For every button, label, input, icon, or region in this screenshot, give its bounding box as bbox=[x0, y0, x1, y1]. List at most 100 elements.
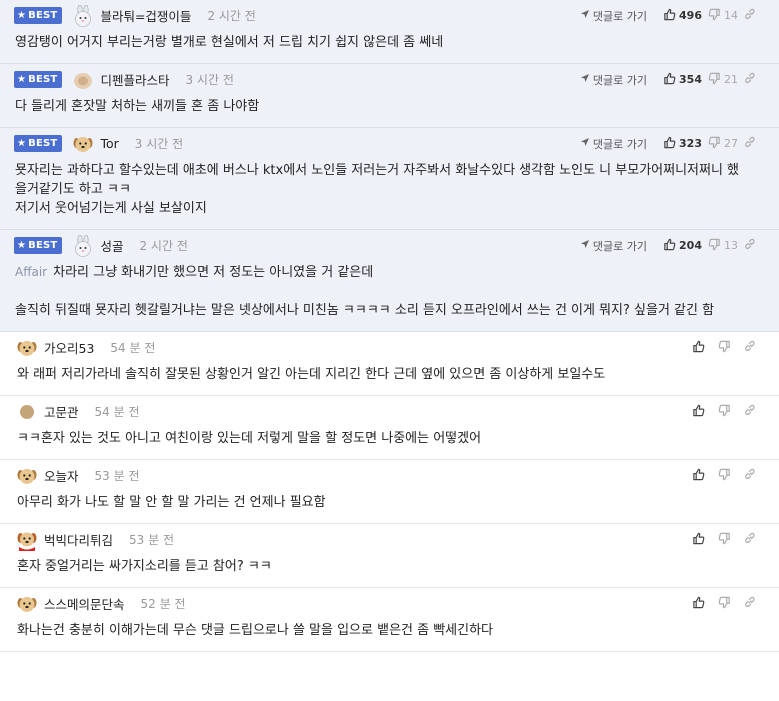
comment-line: 영감탱이 어거지 부리는거랑 별개로 현실에서 저 드립 치기 쉽지 않은데 좀… bbox=[15, 33, 765, 52]
comment-actions bbox=[682, 332, 759, 363]
copy-link-button[interactable] bbox=[744, 468, 759, 483]
downvote-button[interactable] bbox=[718, 340, 734, 356]
downvote-button[interactable] bbox=[718, 468, 734, 484]
author-nickname[interactable]: 오늘자 bbox=[44, 466, 79, 485]
avatar[interactable] bbox=[16, 465, 38, 487]
best-comment: ★ BEST Tor 3 시간 전 댓글로 가기 323 27 묫자리는 과하다고 할수있는데… bbox=[0, 128, 779, 230]
author-nickname[interactable]: Tor bbox=[100, 136, 118, 151]
downvote-button[interactable]: 14 bbox=[708, 8, 738, 24]
best-badge: ★ BEST bbox=[14, 135, 63, 152]
comment-text: 묫자리는 과하다고 할수있는데 애초에 버스나 ktx에서 노인들 저러는거 자… bbox=[15, 163, 740, 178]
upvote-button[interactable]: 496 bbox=[663, 8, 702, 24]
comment-line: 을거같기도 하고 ㅋㅋ bbox=[15, 180, 765, 199]
thumbs-down-icon bbox=[718, 340, 734, 356]
comment-header: 가오리53 54 분 전 bbox=[16, 332, 765, 363]
comment-text: 을거같기도 하고 ㅋㅋ bbox=[15, 182, 131, 197]
comment-text: ㅋㅋ혼자 있는 것도 아니고 여친이랑 있는데 저렇게 말을 할 정도면 나중에… bbox=[17, 431, 482, 446]
thumbs-up-icon bbox=[692, 404, 708, 420]
comment-line: 묫자리는 과하다고 할수있는데 애초에 버스나 ktx에서 노인들 저러는거 자… bbox=[15, 161, 765, 180]
comment-body: Affair 차라리 그냥 화내기만 했으면 저 정도는 아니였을 거 같은데 솔직… bbox=[14, 261, 765, 331]
copy-link-button[interactable] bbox=[744, 532, 759, 547]
upvote-count: 496 bbox=[679, 9, 702, 22]
upvote-button[interactable] bbox=[692, 532, 708, 548]
upvote-button[interactable]: 323 bbox=[663, 136, 702, 152]
copy-link-button[interactable] bbox=[744, 72, 759, 87]
comment-text: 혼자 중얼거리는 싸가지소리를 듣고 참어? ㅋㅋ bbox=[17, 559, 272, 574]
comment-line: 아무리 화가 나도 할 말 안 할 말 가리는 건 언제나 필요함 bbox=[17, 493, 765, 512]
upvote-button[interactable] bbox=[692, 468, 708, 484]
copy-link-button[interactable] bbox=[744, 596, 759, 611]
avatar[interactable] bbox=[16, 401, 38, 423]
avatar[interactable] bbox=[72, 133, 94, 155]
comment-time: 53 분 전 bbox=[94, 469, 140, 483]
avatar[interactable] bbox=[72, 4, 94, 27]
comment-body: 다 들리게 혼잣말 처하는 새끼들 혼 좀 나야함 bbox=[14, 95, 765, 127]
downvote-button[interactable]: 13 bbox=[708, 238, 738, 254]
downvote-count: 21 bbox=[724, 73, 738, 86]
avatar[interactable] bbox=[16, 593, 38, 615]
comment-body: 영감탱이 어거지 부리는거랑 별개로 현실에서 저 드립 치기 쉽지 않은데 좀… bbox=[14, 31, 765, 63]
thumbs-up-icon bbox=[692, 468, 708, 484]
upvote-button[interactable] bbox=[692, 340, 708, 356]
go-to-comment-link[interactable]: 댓글로 가기 bbox=[580, 136, 647, 152]
comment: 오늘자 53 분 전아무리 화가 나도 할 말 안 할 말 가리는 건 언제나 필… bbox=[0, 460, 779, 524]
comment-actions bbox=[682, 588, 759, 619]
go-to-comment-link[interactable]: 댓글로 가기 bbox=[580, 238, 647, 254]
author-nickname[interactable]: 벅빅다리튀김 bbox=[44, 530, 113, 549]
downvote-button[interactable]: 27 bbox=[708, 136, 738, 152]
avatar[interactable] bbox=[72, 69, 94, 91]
comment-actions: 댓글로 가기 496 14 bbox=[580, 0, 759, 31]
copy-link-button[interactable] bbox=[744, 136, 759, 151]
avatar[interactable] bbox=[72, 234, 94, 257]
upvote-button[interactable] bbox=[692, 404, 708, 420]
copy-link-button[interactable] bbox=[744, 8, 759, 23]
best-badge-label: BEST bbox=[28, 10, 58, 21]
comment-header: 스스메의문단속 52 분 전 bbox=[16, 588, 765, 619]
avatar[interactable] bbox=[16, 529, 38, 551]
thumbs-down-icon bbox=[708, 72, 724, 88]
comment-text: 영감탱이 어거지 부리는거랑 별개로 현실에서 저 드립 치기 쉽지 않은데 좀… bbox=[15, 35, 444, 50]
upvote-button[interactable]: 354 bbox=[663, 72, 702, 88]
comment-actions: 댓글로 가기 323 27 bbox=[580, 128, 759, 159]
link-icon bbox=[744, 72, 759, 87]
thumbs-up-icon bbox=[663, 238, 679, 254]
author-nickname[interactable]: 스스메의문단속 bbox=[44, 594, 125, 613]
comment-time: 2 시간 전 bbox=[139, 239, 188, 253]
copy-link-button[interactable] bbox=[744, 238, 759, 253]
author-nickname[interactable]: 가오리53 bbox=[44, 338, 94, 357]
author-nickname[interactable]: 디펜플라스타 bbox=[100, 70, 169, 89]
link-icon bbox=[744, 404, 759, 419]
best-badge: ★ BEST bbox=[14, 71, 63, 88]
comment-header: 오늘자 53 분 전 bbox=[16, 460, 765, 491]
avatar[interactable] bbox=[16, 337, 38, 359]
author-nickname[interactable]: 성골 bbox=[100, 236, 123, 255]
star-icon: ★ bbox=[17, 10, 27, 21]
author-nickname[interactable]: 블라퉈=겁쟁이들 bbox=[100, 6, 191, 25]
copy-link-button[interactable] bbox=[744, 340, 759, 355]
reply-target[interactable]: Affair bbox=[15, 265, 47, 279]
go-to-comment-label: 댓글로 가기 bbox=[592, 137, 648, 151]
downvote-button[interactable] bbox=[718, 596, 734, 612]
comment-actions bbox=[682, 396, 759, 427]
downvote-button[interactable] bbox=[718, 532, 734, 548]
go-to-comment-link[interactable]: 댓글로 가기 bbox=[580, 8, 647, 24]
upvote-count: 354 bbox=[679, 73, 702, 86]
upvote-button[interactable]: 204 bbox=[663, 238, 702, 254]
comment-time: 53 분 전 bbox=[129, 533, 174, 547]
thumbs-up-icon bbox=[663, 8, 679, 24]
upvote-button[interactable] bbox=[692, 596, 708, 612]
star-icon: ★ bbox=[17, 240, 27, 251]
copy-link-button[interactable] bbox=[744, 404, 759, 419]
upvote-count: 204 bbox=[679, 239, 702, 252]
send-icon bbox=[580, 137, 593, 150]
comment-text: 저기서 웃어넘기는게 사실 보살이지 bbox=[15, 201, 207, 216]
comment-header: 고문관 54 분 전 bbox=[16, 396, 765, 427]
go-to-comment-link[interactable]: 댓글로 가기 bbox=[580, 72, 647, 88]
downvote-button[interactable]: 21 bbox=[708, 72, 738, 88]
best-badge: ★ BEST bbox=[14, 237, 63, 254]
downvote-button[interactable] bbox=[718, 404, 734, 420]
comment-actions bbox=[682, 524, 759, 555]
author-nickname[interactable]: 고문관 bbox=[44, 402, 79, 421]
link-icon bbox=[744, 136, 759, 151]
